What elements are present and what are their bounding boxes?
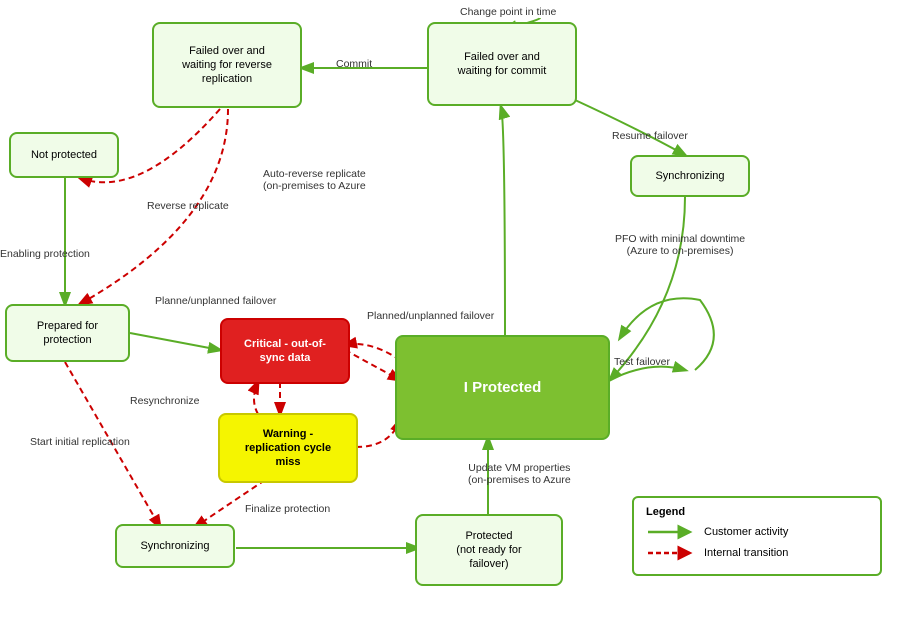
failed-over-reverse-node: Failed over andwaiting for reversereplic… [152,22,302,108]
update-vm-label: Update VM properties(on-premises to Azur… [468,462,571,486]
change-point-label: Change point in time [460,6,556,18]
critical-out-of-sync-node: Critical - out-of-sync data [220,318,350,384]
protected-node: I Protected [395,335,610,440]
resynchronize-label: Resynchronize [130,395,199,407]
start-initial-label: Start initial replication [30,436,130,448]
reverse-replicate-label: Reverse replicate [147,200,229,212]
legend-internal-transition: Internal transition [646,545,868,561]
synchronizing-top-node: Synchronizing [630,155,750,197]
commit-label: Commit [336,58,372,70]
enabling-protection-label: Enabling protection [0,248,90,260]
resume-failover-label: Resume failover [612,130,688,142]
not-protected-node: Not protected [9,132,119,178]
prepared-for-protection-node: Prepared forprotection [5,304,130,362]
finalize-protection-label: Finalize protection [245,503,330,515]
planne-unplanned-label: Planne/unplanned failover [155,295,276,307]
protected-not-ready-node: Protected(not ready forfailover) [415,514,563,586]
planned-unplanned-label: Planned/unplanned failover [367,310,494,322]
diagram-container: Not protected Prepared forprotection Fai… [0,0,900,618]
pfo-minimal-label: PFO with minimal downtime(Azure to on-pr… [615,233,745,257]
test-failover-label: Test failover [614,356,670,368]
failed-over-commit-node: Failed over andwaiting for commit [427,22,577,106]
legend-box: Legend Customer activity [632,496,882,576]
legend-customer-activity: Customer activity [646,524,868,540]
synchronizing-bottom-node: Synchronizing [115,524,235,568]
auto-reverse-label: Auto-reverse replicate(on-premises to Az… [263,168,366,192]
legend-title: Legend [646,506,868,518]
warning-replication-node: Warning -replication cyclemiss [218,413,358,483]
